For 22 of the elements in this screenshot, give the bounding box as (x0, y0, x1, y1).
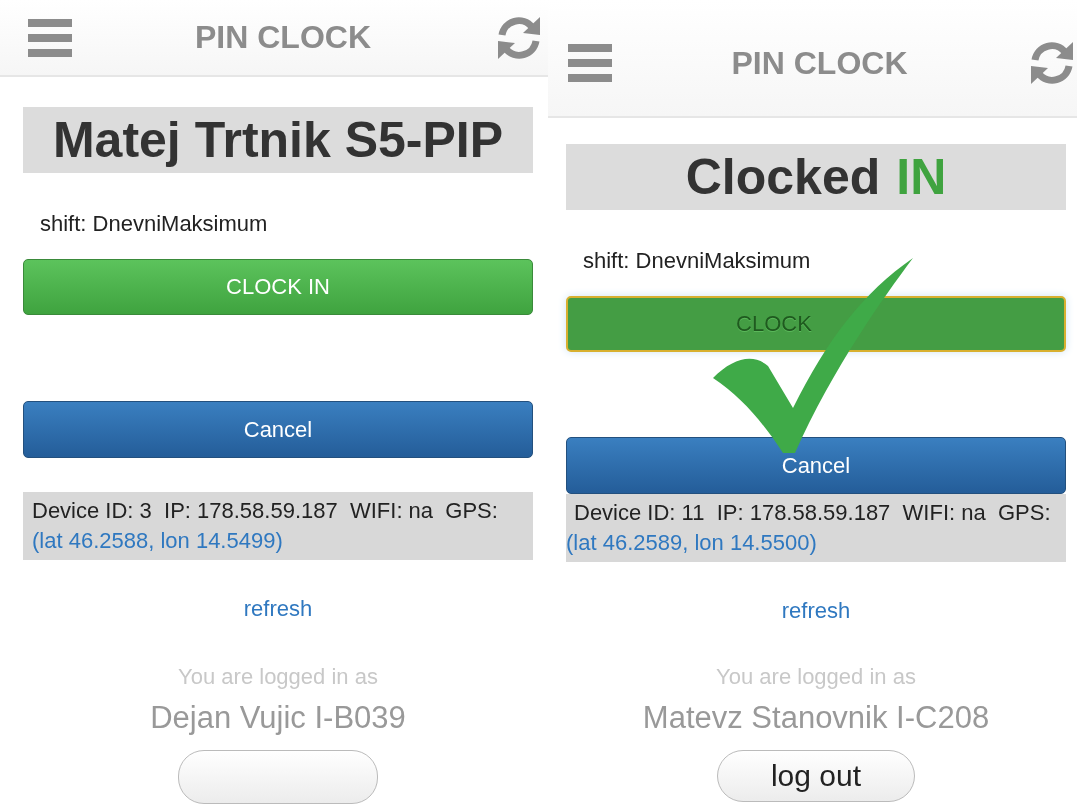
device-info-text: Device ID: 3 IP: 178.58.59.187 WIFI: na GPS: (32, 497, 498, 525)
user-name: Matevz Stanovnik I-C208 (642, 700, 990, 736)
user-name: Dejan Vujic I-B039 (150, 700, 406, 736)
app-title: PIN CLOCK (731, 44, 908, 82)
gps-link[interactable]: (lat 46.2588, lon 14.5499) (32, 526, 283, 556)
gps-link[interactable]: (lat 46.2589, lon 14.5500) (566, 528, 817, 558)
log-out-button[interactable] (178, 750, 378, 804)
menu-icon[interactable] (28, 18, 72, 57)
refresh-link[interactable]: refresh (781, 598, 851, 624)
log-out-button[interactable]: log out (717, 750, 915, 802)
shift-label: shift: DnevniMaksimum (583, 248, 812, 274)
banner-text: Clocked (685, 148, 881, 206)
refresh-link[interactable]: refresh (243, 596, 313, 622)
banner-text: Matej Trtnik S5-PIP (52, 111, 504, 169)
app-title: PIN CLOCK (195, 19, 371, 56)
banner-text: IN (896, 148, 947, 206)
shift-label: shift: DnevniMaksimum (40, 211, 269, 237)
menu-icon[interactable] (568, 44, 612, 82)
cancel-button[interactable]: Cancel (566, 437, 1066, 494)
device-info-text: Device ID: 11 IP: 178.58.59.187 WIFI: na GPS: (574, 499, 1051, 527)
cancel-button[interactable]: Cancel (23, 401, 533, 458)
clock-in-button[interactable]: CLOCK IN (23, 259, 533, 315)
